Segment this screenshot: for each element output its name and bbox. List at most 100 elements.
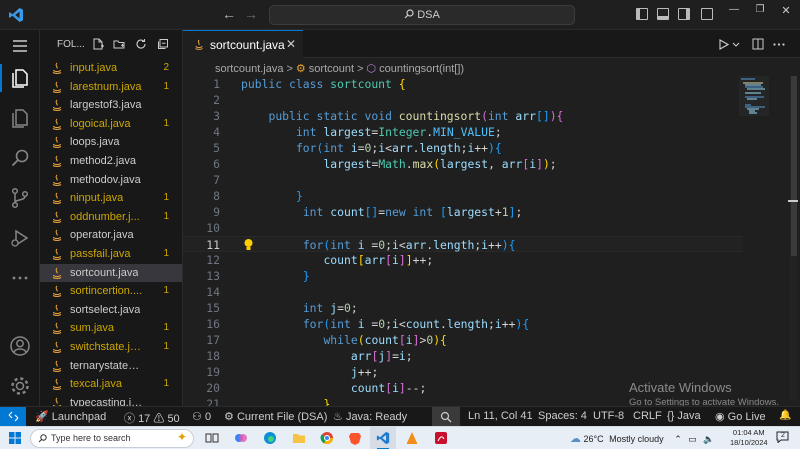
copilot-icon[interactable] (234, 431, 248, 445)
task-view-icon[interactable] (205, 431, 219, 445)
go-live-button[interactable]: ◉ Go Live (715, 410, 766, 423)
tab-sortcount-java[interactable]: sortcount.java ✕ (183, 30, 303, 58)
code-line[interactable]: 15 int j=0; (183, 300, 743, 316)
file-item[interactable]: typecasting.java (40, 394, 182, 406)
system-clock[interactable]: 01:04 AM 18/10/2024 (730, 428, 768, 448)
code-editor[interactable]: 1 public class sortcount {2 3 public static… (183, 76, 743, 412)
java-status-item[interactable]: ♨ Java: Ready (333, 410, 407, 423)
brave-icon[interactable] (348, 431, 362, 445)
vlc-icon[interactable] (405, 431, 419, 445)
code-line[interactable]: 14 (183, 284, 743, 300)
zoom-item[interactable] (432, 407, 460, 426)
code-line[interactable]: 10 (183, 220, 743, 236)
code-line[interactable]: 4 int largest=Integer.MIN_VALUE; (183, 124, 743, 140)
more-icon[interactable] (8, 266, 32, 290)
code-line[interactable]: 19 j++; (183, 364, 743, 380)
run-file-icon[interactable] (718, 39, 729, 50)
remote-indicator[interactable] (0, 407, 26, 427)
volume-icon[interactable]: 🔈 (703, 434, 714, 444)
vertical-scrollbar[interactable] (787, 76, 799, 401)
code-line[interactable]: 12 count[arr[i]]++; (183, 252, 743, 268)
account-icon[interactable] (8, 334, 32, 358)
notification-center[interactable]: 2 (776, 431, 790, 445)
file-item[interactable]: sortselect.java (40, 301, 182, 320)
breadcrumb-method[interactable]: countingsort(int[]) (379, 63, 464, 75)
code-line[interactable]: 3 public static void countingsort(int arr… (183, 108, 743, 124)
more-actions-icon[interactable] (773, 43, 785, 46)
code-line[interactable]: 2 (183, 92, 743, 108)
toggle-panel-icon[interactable] (657, 8, 669, 20)
code-line[interactable]: 5 for(int i=0;i<arr.length;i++){ (183, 140, 743, 156)
file-item[interactable]: method2.java (40, 152, 182, 171)
breadcrumb-class[interactable]: sortcount (309, 63, 354, 75)
file-item[interactable]: oddnumber.j... 1 (40, 208, 182, 227)
search-view-icon[interactable] (8, 146, 32, 170)
tab-close-icon[interactable]: ✕ (286, 37, 296, 51)
code-line[interactable]: 8} (183, 188, 743, 204)
ports-item[interactable]: ⚇ 0 (192, 410, 211, 423)
file-item[interactable]: ninput.java 1 (40, 189, 182, 208)
file-item[interactable]: ternarystatement.... (40, 357, 182, 376)
run-debug-icon[interactable] (8, 226, 32, 250)
split-editor-icon[interactable] (752, 38, 764, 50)
close-button[interactable]: ✕ (776, 4, 796, 17)
code-line[interactable]: 13} (183, 268, 743, 284)
settings-gear-icon[interactable] (8, 374, 32, 398)
code-line[interactable]: 9 int count[]=new int [largest+1]; (183, 204, 743, 220)
minimap[interactable] (739, 76, 769, 116)
problems-item[interactable]: ⓧ 17 ⚠ 50 (124, 410, 180, 426)
windows-start-icon[interactable] (9, 432, 21, 444)
language-mode[interactable]: {} Java (667, 410, 701, 422)
run-current-file-item[interactable]: ⚙ Current File (DSA) (224, 410, 327, 423)
forward-icon[interactable]: → (244, 6, 258, 22)
end-of-line[interactable]: CRLF (633, 410, 662, 422)
toggle-secondary-sidebar-icon[interactable] (678, 8, 690, 20)
toggle-primary-sidebar-icon[interactable] (636, 8, 648, 20)
chrome-icon[interactable] (320, 431, 334, 445)
new-file-icon[interactable] (92, 38, 104, 50)
explorer-icon[interactable] (8, 66, 32, 90)
minimize-button[interactable]: — (724, 4, 744, 15)
launchpad-item[interactable]: 🚀 Launchpad (35, 410, 106, 423)
file-item[interactable]: sum.java 1 (40, 319, 182, 338)
source-control-icon[interactable] (8, 186, 32, 210)
file-item[interactable]: switchstate.ja... 1 (40, 338, 182, 357)
vscode-taskbar-icon[interactable] (376, 431, 390, 445)
code-line[interactable]: 11 for(int i =0;i<arr.length;i++){ (183, 236, 743, 252)
file-item[interactable]: logoical.java 1 (40, 115, 182, 134)
file-item[interactable]: input.java 2 (40, 59, 182, 78)
collapse-all-icon[interactable] (157, 38, 169, 50)
file-item[interactable]: passfail.java 1 (40, 245, 182, 264)
file-item[interactable]: larestnum.java 1 (40, 78, 182, 97)
lightbulb-icon[interactable] (243, 238, 254, 251)
code-line[interactable]: 7 (183, 172, 743, 188)
network-icon[interactable]: ▭ (688, 434, 697, 444)
command-center-search[interactable]: DSA (269, 5, 575, 25)
edge-icon[interactable] (263, 431, 277, 445)
code-line[interactable]: 6 largest=Math.max(largest, arr[i]); (183, 156, 743, 172)
cursor-position[interactable]: Ln 11, Col 41 (468, 410, 533, 422)
file-item[interactable]: methodov.java (40, 171, 182, 190)
encoding[interactable]: UTF-8 (593, 410, 624, 422)
code-line[interactable]: 16 for(int i =0;i<count.length;i++){ (183, 316, 743, 332)
file-item[interactable]: texcal.java 1 (40, 375, 182, 394)
breadcrumb-file[interactable]: sortcount.java (215, 63, 283, 75)
taskbar-search-box[interactable]: Type here to search ✦ (30, 429, 194, 448)
tray-chevron-icon[interactable]: ⌃ (674, 434, 682, 444)
new-folder-icon[interactable] (113, 38, 125, 50)
vscode-logo-icon[interactable] (8, 7, 24, 23)
refresh-icon[interactable] (135, 38, 147, 50)
file-item[interactable]: operator.java (40, 226, 182, 245)
file-item[interactable]: loops.java (40, 133, 182, 152)
weather-widget[interactable]: ☁ 26°C Mostly cloudy ⌃ ▭ 🔈 (570, 432, 715, 445)
explorer-files-icon[interactable] (8, 106, 32, 130)
code-line[interactable]: 17 while(count[i]>0){ (183, 332, 743, 348)
restore-button[interactable]: ❐ (750, 4, 770, 15)
back-icon[interactable]: ← (222, 6, 236, 22)
customize-layout-icon[interactable] (701, 8, 713, 20)
file-explorer-icon[interactable] (292, 431, 306, 445)
file-item[interactable]: largestof3.java (40, 96, 182, 115)
code-line[interactable]: 1 public class sortcount { (183, 76, 743, 92)
run-dropdown-chevron-icon[interactable] (732, 42, 740, 48)
acrobat-icon[interactable] (434, 431, 448, 445)
